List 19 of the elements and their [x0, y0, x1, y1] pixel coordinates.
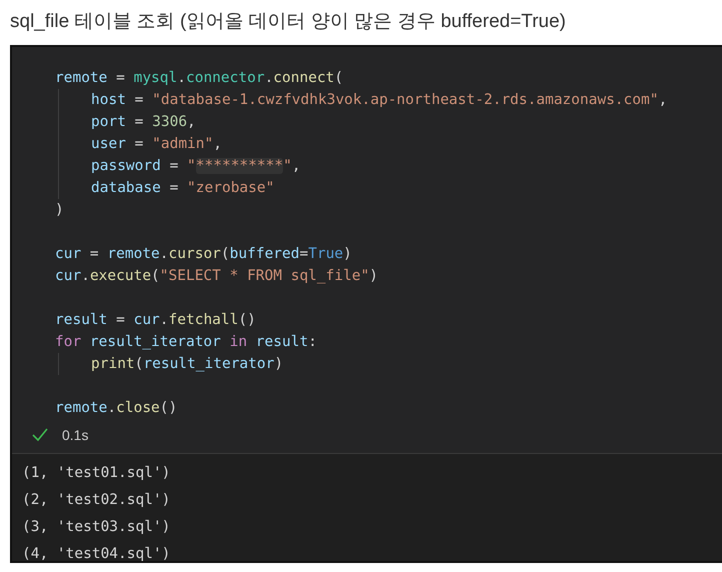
code-line: password = "**********", — [91, 158, 301, 174]
code-line: for result_iterator in result: — [55, 334, 317, 350]
code-line: port = 3306, — [91, 114, 196, 130]
code-line: print(result_iterator) — [91, 356, 284, 372]
code-line: cur = remote.cursor(buffered=True) — [55, 246, 352, 262]
code-line: cur.execute("SELECT * FROM sql_file") — [55, 268, 378, 284]
code-line: remote.close() — [55, 400, 178, 416]
code-line: database = "zerobase" — [91, 180, 274, 196]
output-line: (1, 'test01.sql') — [22, 464, 172, 483]
execution-time: 0.1s — [62, 427, 88, 443]
output-line: (4, 'test04.sql') — [22, 545, 172, 564]
code-line: remote = mysql.connector.connect( — [55, 70, 344, 86]
section-heading: sql_file 테이블 조회 (읽어올 데이터 양이 많은 경우 buffered=True) — [9, 10, 567, 34]
code-line: ) — [55, 202, 64, 218]
output-line: (2, 'test02.sql') — [22, 491, 172, 510]
code-line: user = "admin", — [91, 136, 222, 152]
output-line: (3, 'test03.sql') — [22, 518, 172, 537]
code-line: host = "database-1.cwzfvdhk3vok.ap-northeast-2.rds.amazonaws.com", — [91, 92, 668, 108]
code-line: result = cur.fetchall() — [55, 312, 256, 328]
